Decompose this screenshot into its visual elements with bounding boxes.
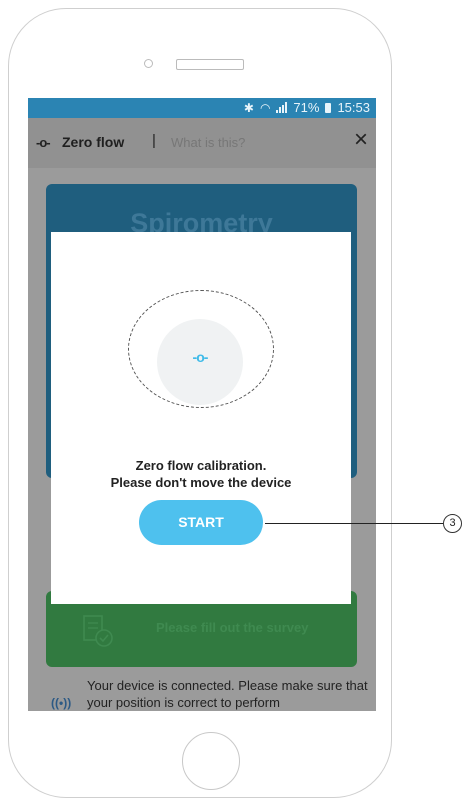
connected-bluetooth-icon: ((•)) <box>51 696 72 710</box>
calibration-message-line2: Please don't move the device <box>110 475 292 490</box>
connection-message: Your device is connected. Please make su… <box>87 678 368 710</box>
calibration-disc: -o- <box>157 319 243 405</box>
callout-number: 3 <box>443 514 462 533</box>
survey-label: Please fill out the survey <box>156 620 309 635</box>
camera-icon <box>144 59 153 68</box>
home-button[interactable] <box>182 732 240 790</box>
zero-flow-icon: -o- <box>36 135 51 150</box>
battery-icon <box>325 102 332 113</box>
callout-line <box>265 523 443 524</box>
calibration-message-line1: Zero flow calibration. <box>135 458 267 473</box>
close-icon[interactable]: × <box>354 128 368 152</box>
survey-icon <box>83 615 113 647</box>
title-separator: | <box>152 132 156 149</box>
battery-percent: 71% <box>293 100 320 115</box>
start-button[interactable]: START <box>139 500 263 545</box>
signal-icon <box>276 102 288 113</box>
help-link[interactable]: What is this? <box>171 135 245 150</box>
connection-status: ((•)) Your device is connected. Please m… <box>28 677 376 711</box>
status-bar: ✱ ◠ 71% 15:53 <box>28 98 376 118</box>
bluetooth-icon: ✱ <box>243 100 254 115</box>
page-title: Zero flow <box>62 134 125 150</box>
wifi-icon: ◠ <box>259 100 271 115</box>
status-time: 15:53 <box>337 100 370 115</box>
app-bar: -o- Zero flow | What is this? × <box>28 118 376 168</box>
speaker-grille <box>176 59 244 70</box>
zero-flow-icon: -o- <box>192 349 209 365</box>
calibration-message: Zero flow calibration. Please don't move… <box>51 457 351 491</box>
calibration-dialog: -o- Zero flow calibration. Please don't … <box>51 232 351 604</box>
app-screen: ✱ ◠ 71% 15:53 -o- Zero flow | What is th… <box>28 98 376 711</box>
